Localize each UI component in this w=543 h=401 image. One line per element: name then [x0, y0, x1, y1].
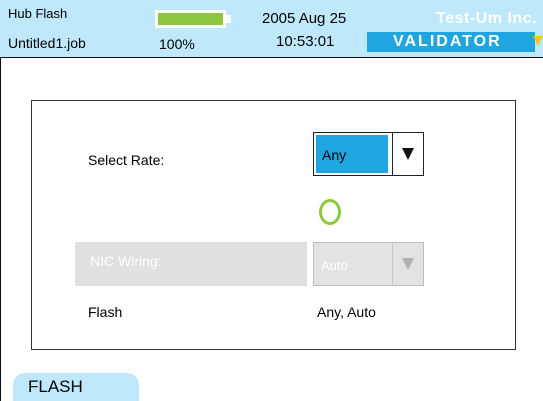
time-display: 10:53:01: [276, 33, 335, 50]
left-border: [0, 58, 1, 401]
rate-select[interactable]: Any: [313, 132, 424, 176]
brand-name: Test-Um Inc.: [436, 10, 537, 27]
nic-wiring-row: NIC Wiring:: [75, 242, 307, 286]
summary-label: Flash: [88, 304, 123, 320]
nic-wiring-label: NIC Wiring:: [90, 253, 162, 269]
nic-wiring-select: Auto: [313, 242, 424, 286]
battery-percent: 100%: [159, 36, 195, 52]
summary-value: Any, Auto: [317, 304, 376, 320]
battery-level-fill: [158, 13, 223, 25]
flash-button[interactable]: FLASH: [13, 373, 139, 401]
status-header: Hub Flash Untitled1.job 100% 2005 Aug 25…: [0, 0, 543, 58]
select-rate-label: Select Rate:: [88, 152, 165, 168]
chevron-down-icon: [392, 243, 423, 285]
nic-wiring-selected-value: Auto: [321, 258, 348, 273]
product-name: VALIDATOR: [367, 32, 535, 52]
brand-logo: Test-Um Inc. VALIDATOR: [350, 10, 543, 54]
battery-icon: [155, 10, 226, 28]
status-circle-icon: [319, 199, 341, 225]
battery-tip: [226, 15, 231, 23]
brand-triangle-icon: [533, 36, 543, 46]
app-title: Hub Flash: [8, 6, 68, 21]
chevron-down-icon[interactable]: [392, 133, 423, 175]
date-display: 2005 Aug 25: [262, 10, 347, 27]
settings-panel: Select Rate: Any NIC Wiring: Auto Flash …: [31, 100, 516, 350]
rate-selected-value[interactable]: Any: [315, 134, 389, 174]
job-file-name: Untitled1.job: [8, 35, 86, 51]
